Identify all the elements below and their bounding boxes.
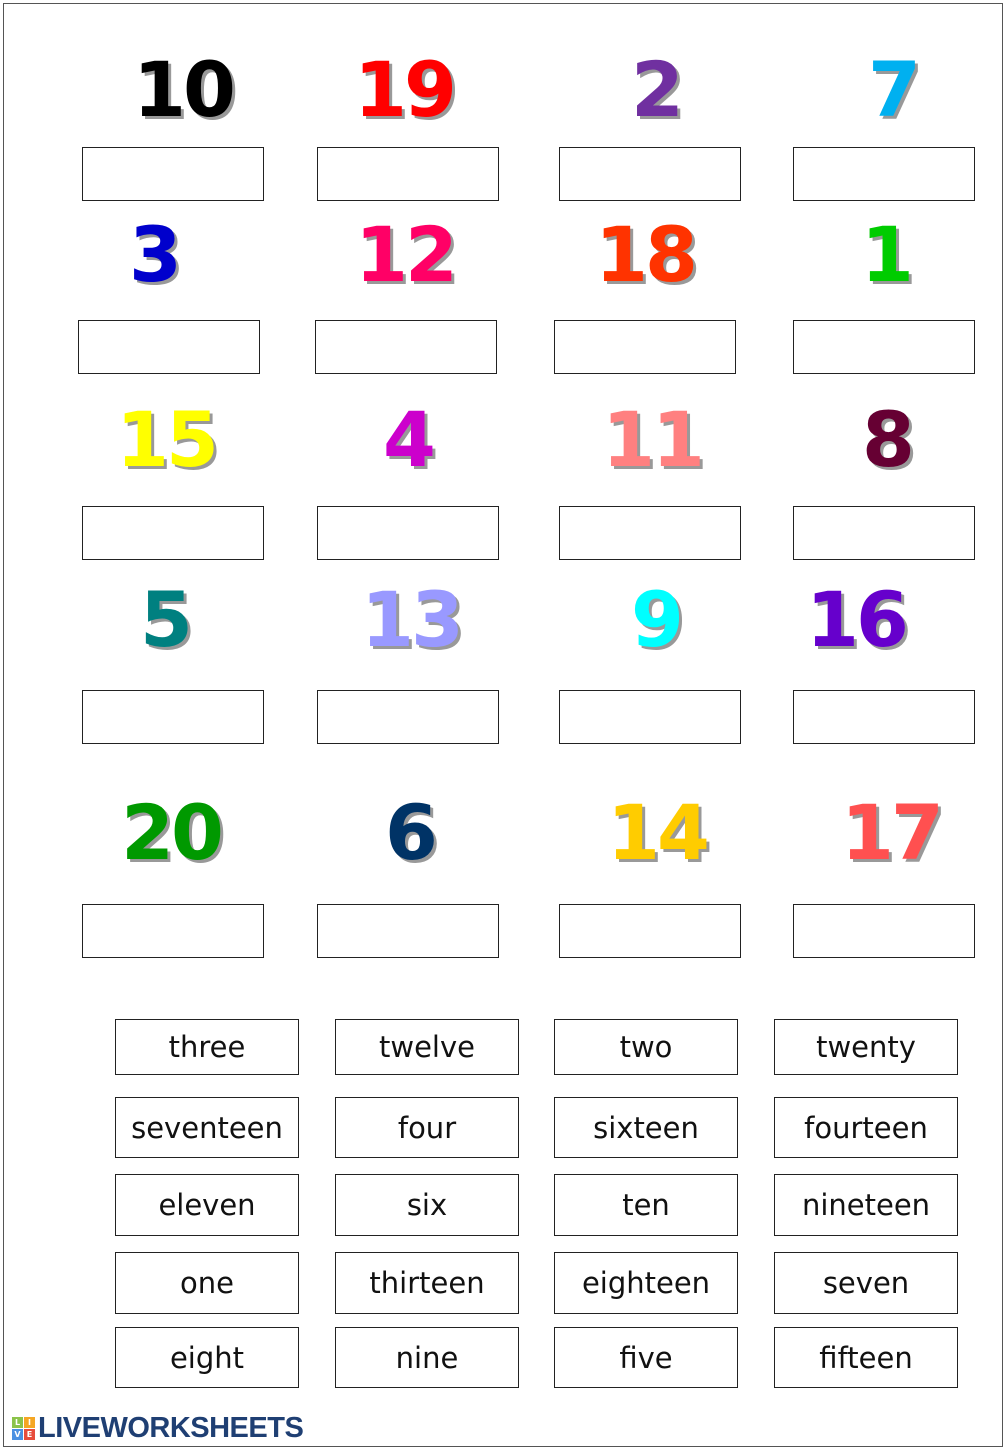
word-tile-nine[interactable]: nine xyxy=(335,1327,519,1388)
answer-box[interactable] xyxy=(82,147,264,201)
answer-box[interactable] xyxy=(82,506,264,560)
word-tile-two[interactable]: two xyxy=(554,1019,738,1075)
number-10: 10 xyxy=(133,45,236,134)
word-tile-sixteen[interactable]: sixteen xyxy=(554,1097,738,1158)
word-tile-seventeen[interactable]: seventeen xyxy=(115,1097,299,1158)
number-4: 4 xyxy=(383,395,436,484)
answer-box[interactable] xyxy=(317,690,499,744)
word-tile-eight[interactable]: eight xyxy=(115,1327,299,1388)
number-2: 2 xyxy=(631,45,684,134)
word-tile-three[interactable]: three xyxy=(115,1019,299,1075)
number-16: 16 xyxy=(806,575,909,664)
word-tile-six[interactable]: six xyxy=(335,1174,519,1236)
word-tile-twelve[interactable]: twelve xyxy=(335,1019,519,1075)
answer-box[interactable] xyxy=(317,506,499,560)
word-tile-one[interactable]: one xyxy=(115,1252,299,1314)
number-12: 12 xyxy=(355,210,458,299)
answer-box[interactable] xyxy=(559,147,741,201)
word-tile-ten[interactable]: ten xyxy=(554,1174,738,1236)
word-tile-thirteen[interactable]: thirteen xyxy=(335,1252,519,1314)
number-13: 13 xyxy=(361,575,464,664)
word-tile-seven[interactable]: seven xyxy=(774,1252,958,1314)
answer-box[interactable] xyxy=(82,904,264,958)
number-20: 20 xyxy=(121,788,224,877)
worksheet-page: 10 19 2 7 3 12 18 1 15 4 11 8 5 13 9 16 20 6 14 17 three twe… xyxy=(0,0,1008,1451)
answer-box[interactable] xyxy=(317,147,499,201)
word-tile-fifteen[interactable]: fifteen xyxy=(774,1327,958,1388)
word-tile-five[interactable]: five xyxy=(554,1327,738,1388)
number-3: 3 xyxy=(129,210,182,299)
answer-box[interactable] xyxy=(78,320,260,374)
answer-box[interactable] xyxy=(559,506,741,560)
number-9: 9 xyxy=(631,575,684,664)
number-18: 18 xyxy=(595,210,698,299)
number-6: 6 xyxy=(385,788,438,877)
word-tile-nineteen[interactable]: nineteen xyxy=(774,1174,958,1236)
answer-box[interactable] xyxy=(793,904,975,958)
word-tile-eighteen[interactable]: eighteen xyxy=(554,1252,738,1314)
number-1: 1 xyxy=(861,210,914,299)
number-15: 15 xyxy=(116,395,219,484)
number-11: 11 xyxy=(602,395,705,484)
liveworksheets-logo: LI VE LIVEWORKSHEETS xyxy=(12,1412,304,1445)
answer-box[interactable] xyxy=(554,320,736,374)
answer-box[interactable] xyxy=(793,320,975,374)
number-5: 5 xyxy=(140,575,193,664)
answer-box[interactable] xyxy=(559,690,741,744)
answer-box[interactable] xyxy=(793,690,975,744)
word-tile-twenty[interactable]: twenty xyxy=(774,1019,958,1075)
answer-box[interactable] xyxy=(82,690,264,744)
number-19: 19 xyxy=(354,45,457,134)
logo-badge-icon: LI VE xyxy=(12,1417,35,1440)
word-tile-fourteen[interactable]: fourteen xyxy=(774,1097,958,1158)
answer-box[interactable] xyxy=(315,320,497,374)
number-17: 17 xyxy=(841,788,944,877)
number-8: 8 xyxy=(862,395,915,484)
number-7: 7 xyxy=(868,45,921,134)
number-14: 14 xyxy=(607,788,710,877)
answer-box[interactable] xyxy=(793,506,975,560)
word-tile-four[interactable]: four xyxy=(335,1097,519,1158)
answer-box[interactable] xyxy=(559,904,741,958)
logo-text: LIVEWORKSHEETS xyxy=(38,1412,304,1444)
word-tile-eleven[interactable]: eleven xyxy=(115,1174,299,1236)
answer-box[interactable] xyxy=(793,147,975,201)
answer-box[interactable] xyxy=(317,904,499,958)
